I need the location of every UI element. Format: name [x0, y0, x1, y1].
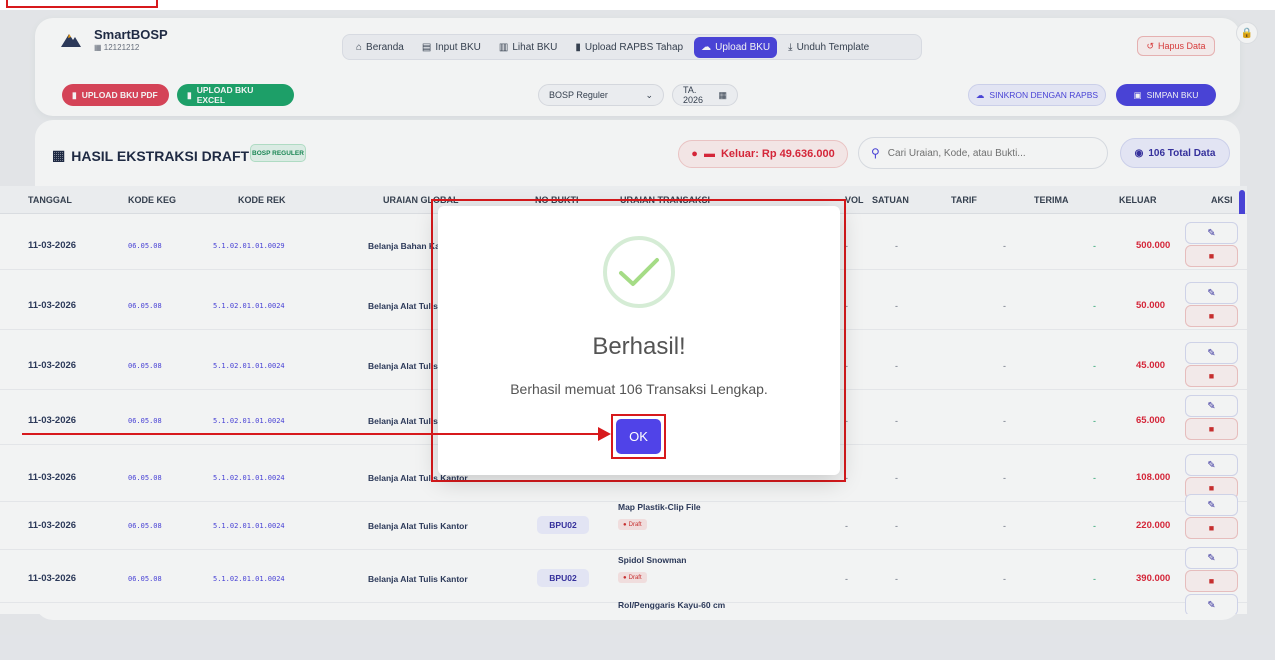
- annotation-arrow-head: [598, 427, 611, 441]
- dialog-title: Berhasil!: [592, 333, 686, 360]
- annotation-arrow-line: [22, 433, 602, 435]
- success-check-icon: [603, 236, 675, 308]
- ok-button[interactable]: OK: [616, 419, 661, 454]
- dialog-message: Berhasil memuat 106 Transaksi Lengkap.: [510, 381, 768, 397]
- annotation-box-top: [6, 0, 158, 8]
